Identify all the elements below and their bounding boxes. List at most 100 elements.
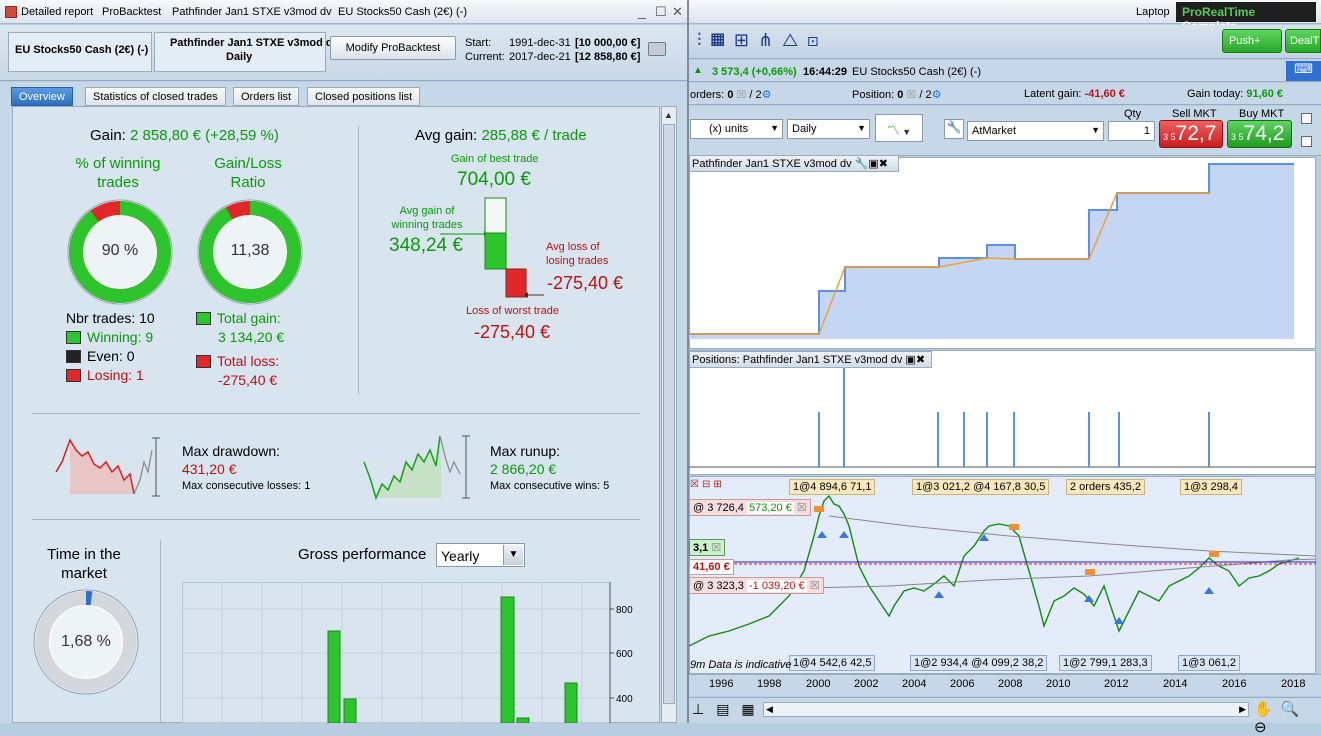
losing-swatch (66, 369, 81, 382)
dealt-button[interactable]: DealTh (1285, 29, 1321, 53)
minimize-icon[interactable]: _ (638, 3, 646, 19)
order-tag: 1@3 021,2 @4 167,8 30,5 (912, 479, 1050, 495)
units-select[interactable]: (x) units ▼ (690, 119, 783, 139)
timeframe-select[interactable]: Daily ▼ (787, 119, 870, 139)
laptop-label[interactable]: Laptop (1136, 6, 1170, 18)
stop-tag-text: 41,60 € (693, 561, 730, 573)
position-label: Position: (852, 89, 895, 101)
close-icon[interactable]: ✖ (916, 354, 925, 366)
tab-statistics[interactable]: Statistics of closed trades (85, 87, 226, 106)
prt-label: ProRealTime (1182, 5, 1256, 19)
buy-market-button[interactable]: 3 574,2 (1227, 120, 1292, 148)
print-icon[interactable] (648, 42, 666, 56)
scroll-up-arrow[interactable]: ▲ (664, 110, 673, 120)
avg-gain-line: Avg gain: 285,88 € / trade (415, 127, 587, 144)
positions-title: Positions: Pathfinder Jan1 STXE v3mod dv (692, 354, 903, 366)
scroll-thumb[interactable] (663, 124, 675, 704)
close-icon[interactable]: ✕ (672, 4, 683, 20)
max-runup-label: Max runup: (490, 443, 561, 459)
orders-status: orders: 0 ☒ / 2⚙ (690, 89, 772, 101)
worst-trade-label: Loss of worst trade (466, 305, 559, 317)
orders-label: orders: (690, 89, 725, 101)
win-pct-title: % of winning trades (75, 155, 161, 191)
positions-title-bar: Positions: Pathfinder Jan1 STXE v3mod dv… (689, 351, 932, 368)
chart-type-button[interactable]: 〽 ▼ (875, 114, 923, 142)
latent-value: -41,60 € (1084, 88, 1125, 100)
x-axis-label: 2004 (902, 678, 927, 690)
qty-input[interactable]: 1 (1108, 121, 1155, 141)
bottom-tool-icons[interactable]: ⊥▤▦ (692, 701, 767, 718)
close-icon[interactable]: ☒ (810, 580, 820, 592)
chart-nav-icons[interactable]: ☒⊟⊞ (690, 479, 725, 490)
max-drawdown-label: Max drawdown: (182, 443, 281, 459)
keyboard-icon[interactable]: ⌨ (1286, 61, 1321, 81)
section-divider-vertical-2 (160, 540, 161, 723)
tab-orders-list[interactable]: Orders list (233, 87, 300, 106)
close-icon[interactable]: ☒ (797, 502, 807, 514)
drawdown-graphic (55, 437, 160, 497)
order-tag: 1@4 894,6 71,1 (789, 479, 876, 495)
gross-bar (343, 698, 357, 723)
window-icon[interactable]: ▣ (905, 354, 915, 366)
order-tag-text: 2 orders (1070, 481, 1111, 493)
avg-loss-value: -275,40 € (547, 273, 624, 293)
x-axis-label: 1996 (709, 678, 734, 690)
trade-bars-graphic (440, 197, 544, 298)
order-tag: 1@2 934,4 @4 099,2 38,2 (910, 655, 1048, 671)
modify-probacktest-button[interactable]: Modify ProBacktest (330, 36, 456, 60)
latent-label: Latent gain: (1024, 88, 1082, 100)
winning-swatch (66, 331, 81, 344)
gross-perf-period: Yearly (441, 548, 480, 564)
dealt-label: DealTh (1290, 35, 1320, 47)
push-button[interactable]: Push+ (1222, 29, 1282, 53)
position-tag: @ 3 726,4 573,20 € ☒ (689, 499, 811, 516)
time-market-title: Time in the market (47, 546, 121, 582)
close-icon[interactable]: ☒ (711, 542, 721, 554)
even-swatch (66, 350, 81, 363)
order-type-select[interactable]: AtMarket ▼ (967, 121, 1104, 141)
order-type-label: AtMarket (972, 125, 1017, 137)
title-tab-instrument[interactable]: EU Stocks50 Cash (2€) (-) (338, 6, 467, 18)
quote-instrument: EU Stocks50 Cash (2€) (-) (852, 66, 981, 78)
gross-bar (327, 630, 341, 723)
worst-trade-value: -275,40 € (474, 322, 551, 342)
prt-badge: ProRealTime Complete (1176, 2, 1316, 33)
horizontal-scrollbar[interactable]: ◀ ▶ (763, 702, 1249, 717)
push-label: Push+ (1229, 35, 1261, 47)
order-tag-text: 71,1 (850, 481, 872, 493)
order-tag-text: 1@2 934,4 (914, 657, 968, 669)
tab-closed-positions[interactable]: Closed positions list (307, 87, 421, 106)
tab-overview[interactable]: Overview (11, 87, 73, 106)
drawing-tools-icons[interactable]: ⫶▦⊞⋔△⊡ (697, 30, 828, 51)
winning-row: Winning: 9 (66, 329, 153, 345)
position-tag-value: -1 039,20 € (747, 580, 807, 592)
gain-line: Gain: 2 858,80 € (+28,59 %) (90, 127, 279, 144)
report-system-name: Pathfinder Jan1 STXE v3mod dv (170, 37, 339, 49)
worst-trade-bar (505, 268, 527, 298)
gain-label: Gain: (90, 127, 126, 144)
win-pct-value: 90 % (101, 242, 139, 259)
title-tab-probacktest[interactable]: ProBacktest (102, 6, 161, 18)
title-tab-system[interactable]: Pathfinder Jan1 STXE v3mod dv (172, 6, 332, 18)
order-tag-text: 1@3 298,4 (1184, 481, 1238, 493)
scroll-right-arrow[interactable]: ▶ (1239, 704, 1246, 715)
gross-perf-label: Gross performance (298, 546, 427, 563)
zoom-icons[interactable]: ✋🔍⊖ (1254, 700, 1321, 736)
sell-market-button[interactable]: 3 572,7 (1159, 120, 1223, 148)
gain-today-value: 91,60 € (1246, 88, 1284, 100)
option-checkbox[interactable] (1301, 113, 1312, 124)
wrench-icon[interactable]: 🔧 (944, 119, 964, 139)
gain-today: Gain today: 91,60 € (1187, 88, 1283, 100)
option-checkbox[interactable] (1301, 136, 1312, 147)
losing-count: Losing: 1 (87, 367, 144, 383)
timeframe-label: Daily (792, 123, 817, 135)
maximize-icon[interactable]: ☐ (655, 4, 667, 20)
order-tag-text: 283,3 (1120, 657, 1148, 669)
sell-small: 3 5 (1163, 132, 1176, 142)
scroll-left-arrow[interactable]: ◀ (766, 704, 773, 715)
current-date: 2017-dec-21 (509, 51, 571, 63)
window-icon (5, 6, 17, 18)
winning-count: Winning: 9 (87, 329, 154, 345)
gross-perf-select[interactable]: Yearly ▼ (436, 543, 525, 567)
title-tab-detailed-report[interactable]: Detailed report (21, 6, 93, 18)
